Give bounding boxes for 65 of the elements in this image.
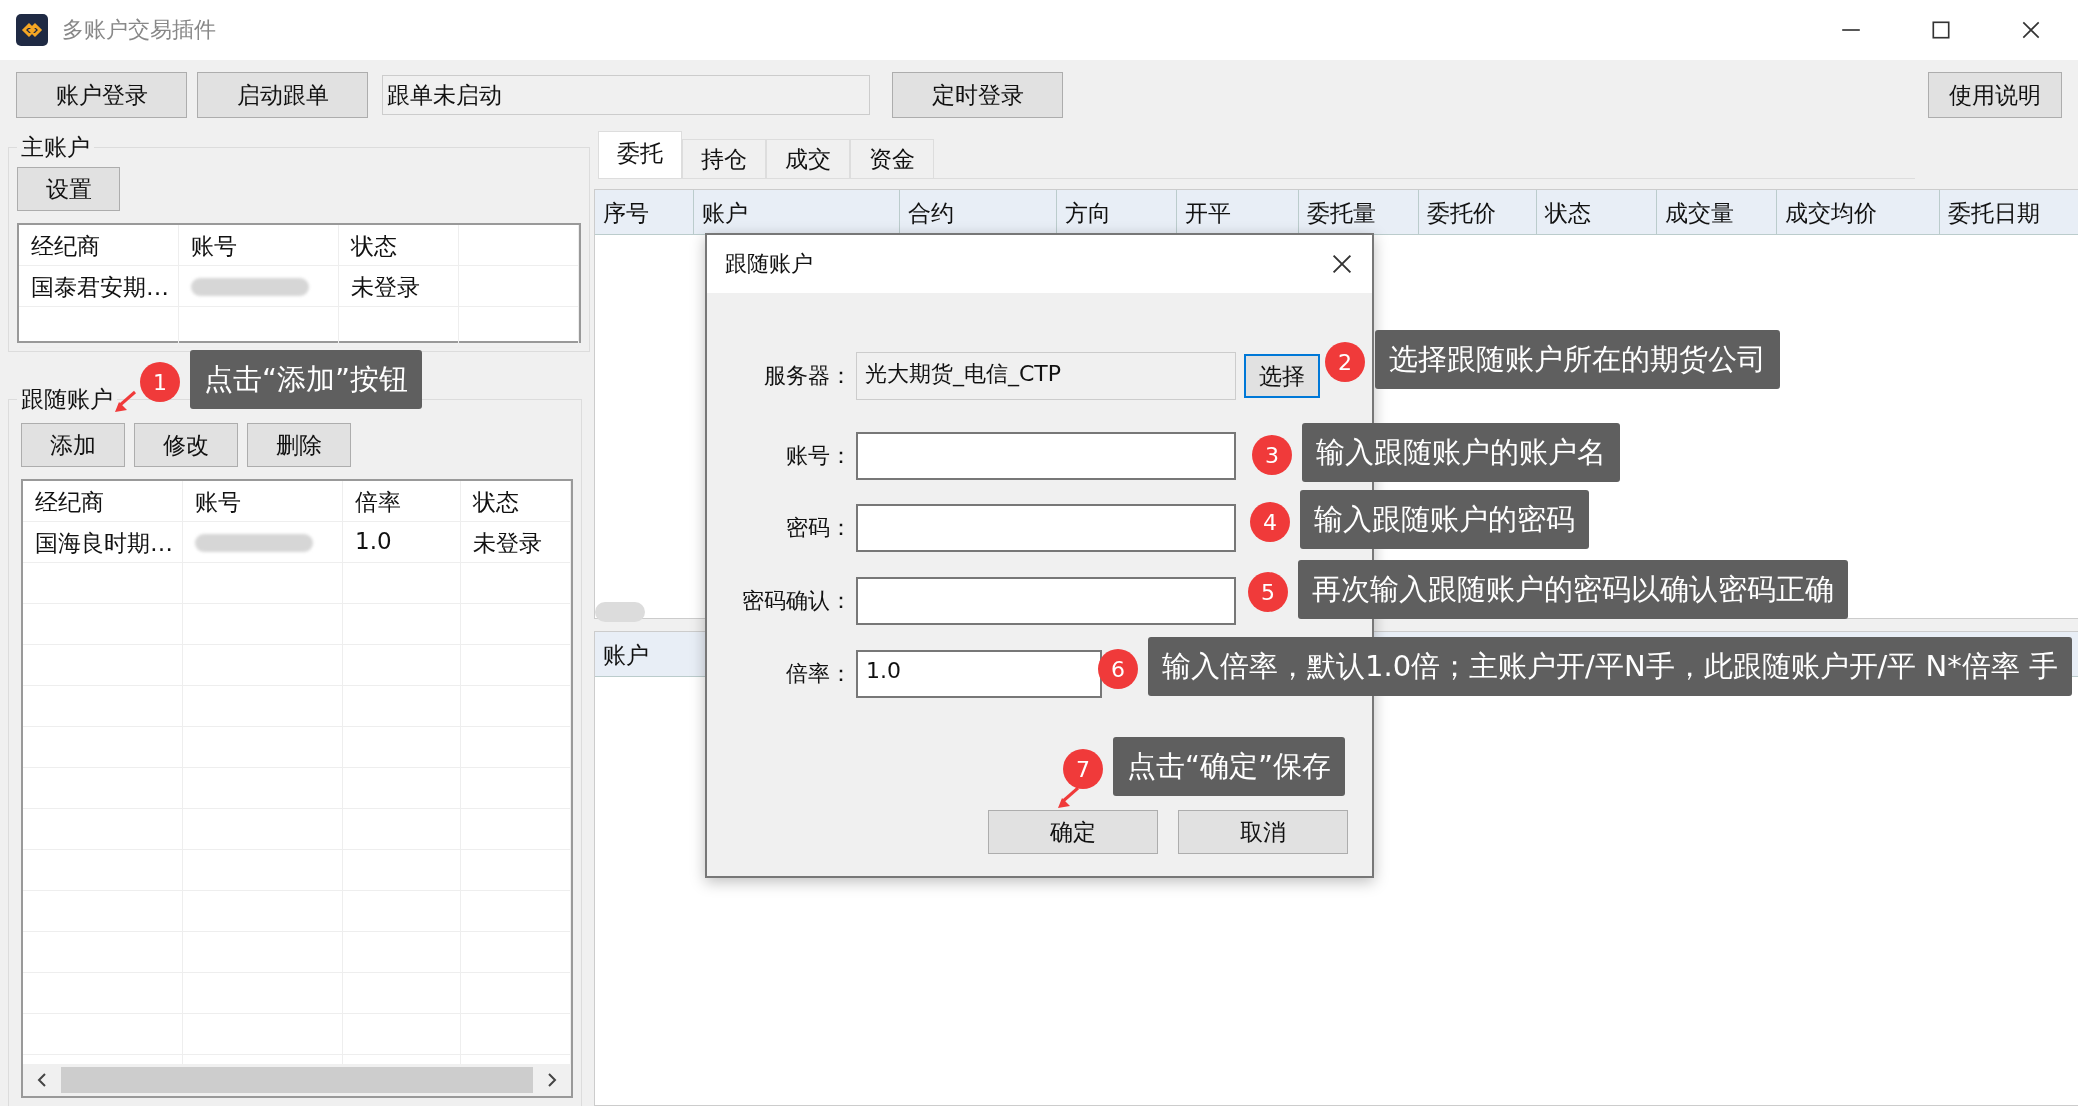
table-cell: 1.0 (343, 522, 461, 562)
column-header: 成交均价 (1777, 190, 1940, 234)
maximize-icon[interactable] (1930, 19, 1952, 41)
column-header: 成交量 (1657, 190, 1777, 234)
pointer-arrow (113, 388, 139, 414)
tab[interactable]: 资金 (850, 139, 934, 178)
field-label: 密码： (785, 514, 853, 542)
window-title: 多账户交易插件 (62, 16, 216, 44)
help-button[interactable]: 使用说明 (1928, 72, 2062, 118)
dialog-button[interactable]: 取消 (1178, 810, 1348, 854)
tooltip: 输入跟随账户的密码 (1300, 490, 1589, 550)
settings-button[interactable]: 设置 (17, 167, 120, 211)
tab[interactable]: 委托 (598, 131, 682, 178)
group-title: 跟随账户 (20, 385, 114, 414)
toolbar-button[interactable]: 账户登录 (16, 72, 187, 118)
column-header: 状态 (339, 225, 459, 265)
tooltip: 选择跟随账户所在的期货公司 (1375, 330, 1780, 390)
tooltip: 点击“确定”保存 (1113, 737, 1346, 797)
table-cell: 未登录 (339, 266, 459, 306)
table-cell: 国泰君安期… (19, 266, 179, 306)
input-field[interactable]: 1.0 (856, 650, 1102, 698)
select-button[interactable]: 选择 (1244, 354, 1320, 398)
table-cell: 国海良时期… (23, 522, 183, 562)
tab[interactable]: 持仓 (682, 139, 766, 178)
table-cell: 未登录 (461, 522, 571, 562)
timed-login-button[interactable]: 定时登录 (892, 72, 1063, 118)
list-action-button[interactable]: 添加 (21, 423, 125, 467)
list-action-button[interactable]: 删除 (247, 423, 351, 467)
input-field[interactable] (856, 577, 1236, 625)
toolbar-button[interactable]: 启动跟单 (197, 72, 368, 118)
tooltip: 输入倍率，默认1.0倍；主账户开/平N手，此跟随账户开/平 N*倍率 手 (1148, 637, 2072, 697)
field-label: 服务器： (763, 362, 853, 390)
status-field: 跟单未启动 (382, 75, 870, 115)
scroll-left-icon[interactable] (37, 1072, 47, 1088)
scroll-right-icon[interactable] (547, 1072, 557, 1088)
tooltip: 点击“添加”按钮 (190, 350, 423, 410)
column-header: 委托日期 (1940, 190, 2078, 234)
column-header: 账号 (183, 481, 343, 521)
app-logo-icon (16, 14, 48, 46)
tooltip: 输入跟随账户的账户名 (1302, 423, 1620, 483)
step-badge: 1 (140, 362, 180, 402)
dialog-button[interactable]: 确定 (988, 810, 1158, 854)
tooltip: 再次输入跟随账户的密码以确认密码正确 (1298, 560, 1848, 620)
server-field: 光大期货_电信_CTP (856, 352, 1236, 400)
pointer-arrow (1056, 784, 1082, 810)
column-header: 委托价 (1419, 190, 1537, 234)
field-label: 密码确认： (741, 587, 853, 615)
horizontal-scrollbar[interactable] (23, 1064, 571, 1096)
column-header: 序号 (595, 190, 694, 234)
scrollbar-thumb[interactable] (595, 602, 645, 622)
column-header: 状态 (461, 481, 571, 521)
column-header: 倍率 (343, 481, 461, 521)
column-header: 经纪商 (23, 481, 183, 521)
close-icon[interactable] (2020, 19, 2042, 41)
column-header: 经纪商 (19, 225, 179, 265)
list-action-button[interactable]: 修改 (134, 423, 238, 467)
close-icon[interactable] (1330, 252, 1354, 276)
input-field[interactable] (856, 432, 1236, 480)
column-header: 账号 (179, 225, 339, 265)
column-header: 状态 (1537, 190, 1657, 234)
input-field[interactable] (856, 504, 1236, 552)
field-label: 账号： (785, 442, 853, 470)
group-title: 主账户 (20, 133, 91, 162)
tab[interactable]: 成交 (766, 139, 850, 178)
dialog-title: 跟随账户 (725, 250, 813, 278)
